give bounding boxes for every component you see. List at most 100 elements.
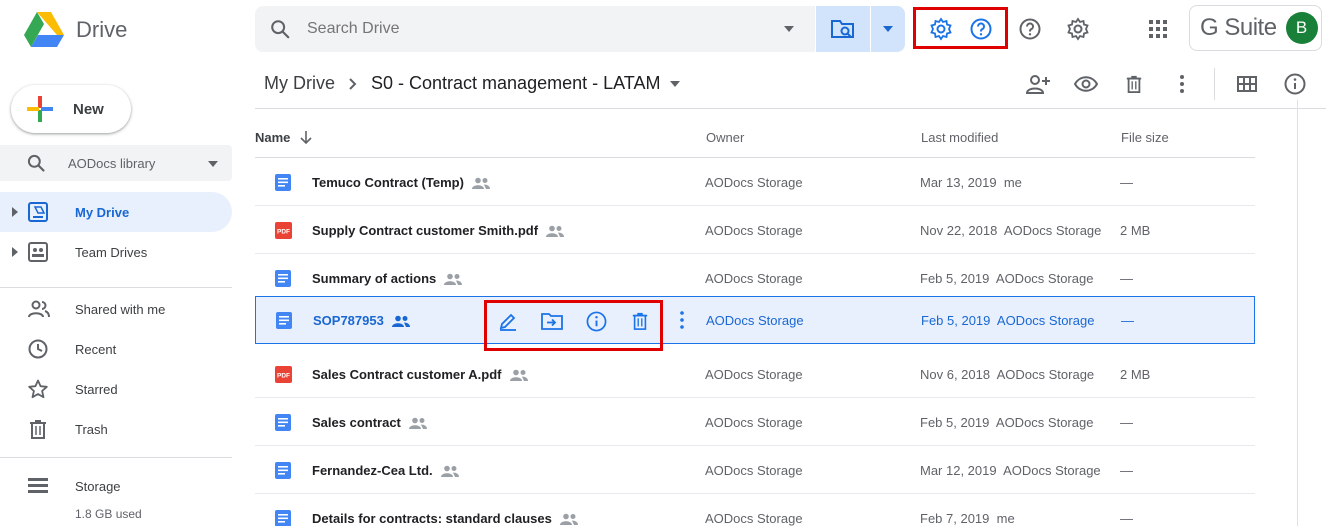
new-button-label: New	[73, 100, 104, 118]
svg-text:PDF: PDF	[277, 229, 290, 236]
file-name[interactable]: Summary of actions	[312, 271, 463, 286]
file-owner: AODocs Storage	[705, 175, 803, 190]
table-row[interactable]: Details for contracts: standard clauses A…	[255, 494, 1255, 526]
file-owner: AODocs Storage	[705, 271, 803, 286]
clock-icon	[28, 339, 48, 359]
highlight-box-top	[913, 7, 1008, 49]
drive-logo[interactable]: Drive	[24, 12, 127, 48]
people-icon	[28, 300, 50, 318]
table-row[interactable]: SOP787953 AODocs Storage Feb 5, 2019 AODoc…	[255, 296, 1255, 344]
breadcrumb-current-folder[interactable]: S0 - Contract management - LATAM	[371, 73, 660, 94]
apps-grid-icon[interactable]	[1145, 16, 1171, 42]
preview-eye-icon[interactable]	[1074, 72, 1098, 96]
file-size: —	[1120, 175, 1133, 190]
avatar[interactable]: B	[1285, 12, 1318, 44]
sidebar-item-label: Storage	[75, 478, 121, 494]
trash-icon[interactable]	[1122, 72, 1146, 96]
column-header-file-size[interactable]: File size	[1121, 130, 1169, 145]
aodocs-library-selector[interactable]: AODocs library	[0, 145, 232, 181]
more-vertical-icon[interactable]	[1170, 72, 1194, 96]
help-icon[interactable]	[1017, 16, 1043, 42]
file-name[interactable]: Sales contract	[312, 415, 427, 430]
table-row[interactable]: Fernandez-Cea Ltd. AODocs Storage Mar 12, …	[255, 446, 1255, 494]
chevron-down-icon	[208, 161, 218, 167]
settings-gear-icon[interactable]	[1065, 16, 1091, 42]
search-options-caret-icon[interactable]	[783, 25, 795, 33]
column-header-name[interactable]: Name	[255, 130, 312, 145]
toolbar-divider	[1214, 68, 1215, 100]
file-name[interactable]: Supply Contract customer Smith.pdf	[312, 223, 565, 238]
chevron-right-icon	[349, 77, 357, 90]
pdf-icon: PDF	[275, 222, 292, 239]
advanced-search-button[interactable]	[816, 6, 870, 52]
table-row[interactable]: Summary of actions AODocs Storage Feb 5, 2…	[255, 254, 1255, 302]
pdf-icon: PDF	[275, 366, 292, 383]
storage-icon	[28, 478, 48, 493]
file-size: —	[1120, 271, 1133, 286]
search-icon[interactable]	[269, 18, 291, 40]
shared-people-icon	[444, 273, 463, 285]
sidebar-item-shared-with-me[interactable]: Shared with me	[0, 289, 232, 329]
gsuite-brand: G Suite	[1200, 14, 1277, 41]
svg-text:PDF: PDF	[277, 373, 290, 380]
sidebar-item-trash[interactable]: Trash	[0, 409, 232, 449]
highlight-box-row-actions	[484, 300, 663, 351]
sidebar-item-label: Team Drives	[75, 244, 148, 260]
sidebar-item-label: Starred	[75, 381, 118, 397]
column-header-last-modified[interactable]: Last modified	[921, 130, 998, 145]
column-header-owner[interactable]: Owner	[706, 130, 744, 145]
expand-arrow-icon[interactable]	[12, 247, 18, 257]
sidebar-item-my-drive[interactable]: My Drive	[0, 192, 232, 232]
google-doc-icon	[275, 270, 291, 287]
file-name[interactable]: SOP787953	[313, 313, 410, 328]
my-drive-icon	[28, 202, 48, 222]
file-owner: AODocs Storage	[705, 511, 803, 526]
panel-border	[1297, 100, 1298, 526]
sidebar-item-team-drives[interactable]: Team Drives	[0, 232, 232, 272]
info-icon[interactable]	[1283, 72, 1307, 96]
file-size: —	[1120, 511, 1133, 526]
app-name: Drive	[76, 17, 128, 42]
file-owner: AODocs Storage	[705, 223, 803, 238]
new-button[interactable]: New	[11, 85, 131, 133]
sidebar-item-starred[interactable]: Starred	[0, 369, 232, 409]
library-label: AODocs library	[68, 155, 156, 171]
google-doc-icon	[275, 174, 291, 191]
account-switcher[interactable]: G Suite B	[1189, 5, 1322, 51]
shared-people-icon	[509, 369, 528, 381]
file-owner: AODocs Storage	[705, 367, 803, 382]
file-size: —	[1120, 415, 1133, 430]
share-add-person-icon[interactable]	[1026, 72, 1050, 96]
file-name[interactable]: Sales Contract customer A.pdf	[312, 367, 528, 382]
file-name[interactable]: Details for contracts: standard clauses	[312, 511, 578, 526]
team-drives-icon	[28, 242, 48, 262]
shared-people-icon	[440, 465, 459, 477]
storage-used: 1.8 GB used	[75, 507, 142, 521]
table-row[interactable]: Sales contract AODocs Storage Feb 5, 2019 …	[255, 398, 1255, 446]
search-bar[interactable]	[255, 6, 815, 52]
breadcrumb-root[interactable]: My Drive	[264, 73, 335, 94]
table-row[interactable]: Temuco Contract (Temp) AODocs Storage Mar …	[255, 158, 1255, 206]
folder-search-icon	[831, 20, 854, 38]
more-vertical-icon[interactable]	[680, 311, 684, 329]
sort-arrow-down-icon[interactable]	[300, 130, 312, 145]
file-last-modified: Feb 5, 2019 AODocs Storage	[921, 313, 1095, 328]
chevron-down-icon[interactable]	[670, 80, 681, 87]
expand-arrow-icon[interactable]	[12, 207, 18, 217]
sidebar-divider	[0, 457, 232, 458]
file-owner: AODocs Storage	[705, 415, 803, 430]
sidebar-item-recent[interactable]: Recent	[0, 329, 232, 369]
advanced-search-dropdown[interactable]	[871, 6, 905, 52]
file-owner: AODocs Storage	[705, 463, 803, 478]
file-name[interactable]: Temuco Contract (Temp)	[312, 175, 490, 190]
shared-people-icon	[559, 513, 578, 525]
drive-logo-icon	[24, 12, 64, 47]
sidebar-item-storage[interactable]: Storage	[0, 466, 232, 506]
table-row[interactable]: PDF Supply Contract customer Smith.pdf AOD…	[255, 206, 1255, 254]
search-input[interactable]	[307, 20, 777, 38]
file-size: —	[1120, 463, 1133, 478]
plus-icon	[27, 96, 53, 122]
table-row[interactable]: PDF Sales Contract customer A.pdf AODocs S…	[255, 350, 1255, 398]
grid-view-icon[interactable]	[1235, 72, 1259, 96]
file-name[interactable]: Fernandez-Cea Ltd.	[312, 463, 459, 478]
